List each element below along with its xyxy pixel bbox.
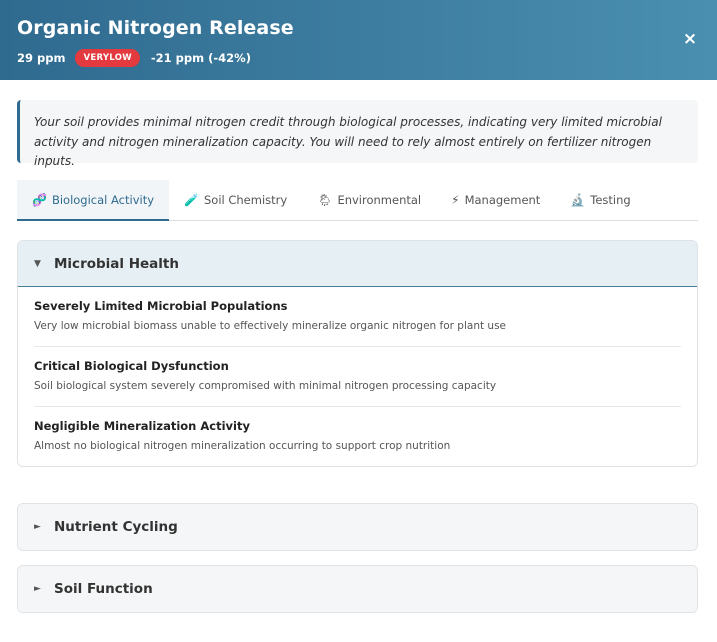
tab-label: Biological Activity (51, 192, 155, 207)
chevron-right-icon: ► (34, 522, 41, 532)
section-header-nutrient-cycling[interactable]: ► Nutrient Cycling (18, 504, 697, 550)
section-header-soil-function[interactable]: ► Soil Function (18, 566, 697, 612)
section-title: Nutrient Cycling (54, 519, 178, 535)
section-header-microbial-health[interactable]: ▼ Microbial Health (18, 241, 697, 287)
list-item: Severely Limited Microbial Populations V… (34, 287, 681, 347)
modal-header: Organic Nitrogen Release 29 ppm VERYLOW … (0, 0, 717, 80)
item-description: Soil biological system severely compromi… (34, 380, 497, 392)
lightning-icon: ⚡ (451, 193, 460, 207)
close-icon[interactable]: × (681, 30, 699, 48)
item-title: Critical Biological Dysfunction (34, 359, 229, 373)
section-microbial-health: ▼ Microbial Health Severely Limited Micr… (17, 240, 698, 467)
tab-soil-chemistry[interactable]: 🧪 Soil Chemistry (169, 180, 302, 220)
tab-label: Soil Chemistry (203, 193, 288, 207)
item-description: Very low microbial biomass unable to eff… (34, 320, 507, 332)
weather-icon: 🌦 (317, 193, 333, 207)
change-value: -21 ppm (-42%) (150, 51, 251, 65)
tab-environmental[interactable]: 🌦 Environmental (302, 180, 436, 220)
item-title: Severely Limited Microbial Populations (34, 299, 288, 313)
item-description: Almost no biological nitrogen mineraliza… (34, 440, 451, 452)
list-item: Critical Biological Dysfunction Soil bio… (34, 347, 681, 407)
list-item: Negligible Mineralization Activity Almos… (34, 407, 681, 466)
modal-title: Organic Nitrogen Release (17, 17, 294, 39)
ppm-value: 29 ppm (17, 51, 66, 65)
chevron-down-icon: ▼ (34, 258, 41, 269)
test-tube-icon: 🧪 (184, 193, 199, 207)
dna-icon: 🧬 (32, 192, 47, 207)
section-body: Severely Limited Microbial Populations V… (18, 287, 697, 466)
tab-label: Testing (590, 193, 631, 207)
microscope-icon: 🔬 (570, 193, 586, 207)
status-badge: VERYLOW (75, 49, 140, 67)
section-title: Soil Function (54, 581, 153, 597)
tab-management[interactable]: ⚡ Management (436, 180, 555, 220)
tab-biological-activity[interactable]: 🧬 Biological Activity (17, 180, 170, 221)
item-title: Negligible Mineralization Activity (34, 419, 250, 433)
section-title: Microbial Health (54, 255, 179, 272)
section-nutrient-cycling: ► Nutrient Cycling (17, 503, 698, 551)
tab-label: Management (464, 193, 541, 207)
section-soil-function: ► Soil Function (17, 565, 698, 613)
chevron-right-icon: ► (34, 584, 41, 594)
tab-label: Environmental (337, 193, 422, 207)
tab-testing[interactable]: 🔬 Testing (555, 180, 645, 220)
metric-line: 29 ppm VERYLOW -21 ppm (-42%) (17, 49, 700, 67)
tab-bar: 🧬 Biological Activity 🧪 Soil Chemistry 🌦… (17, 180, 698, 221)
summary-text: Your soil provides minimal nitrogen cred… (17, 100, 698, 168)
